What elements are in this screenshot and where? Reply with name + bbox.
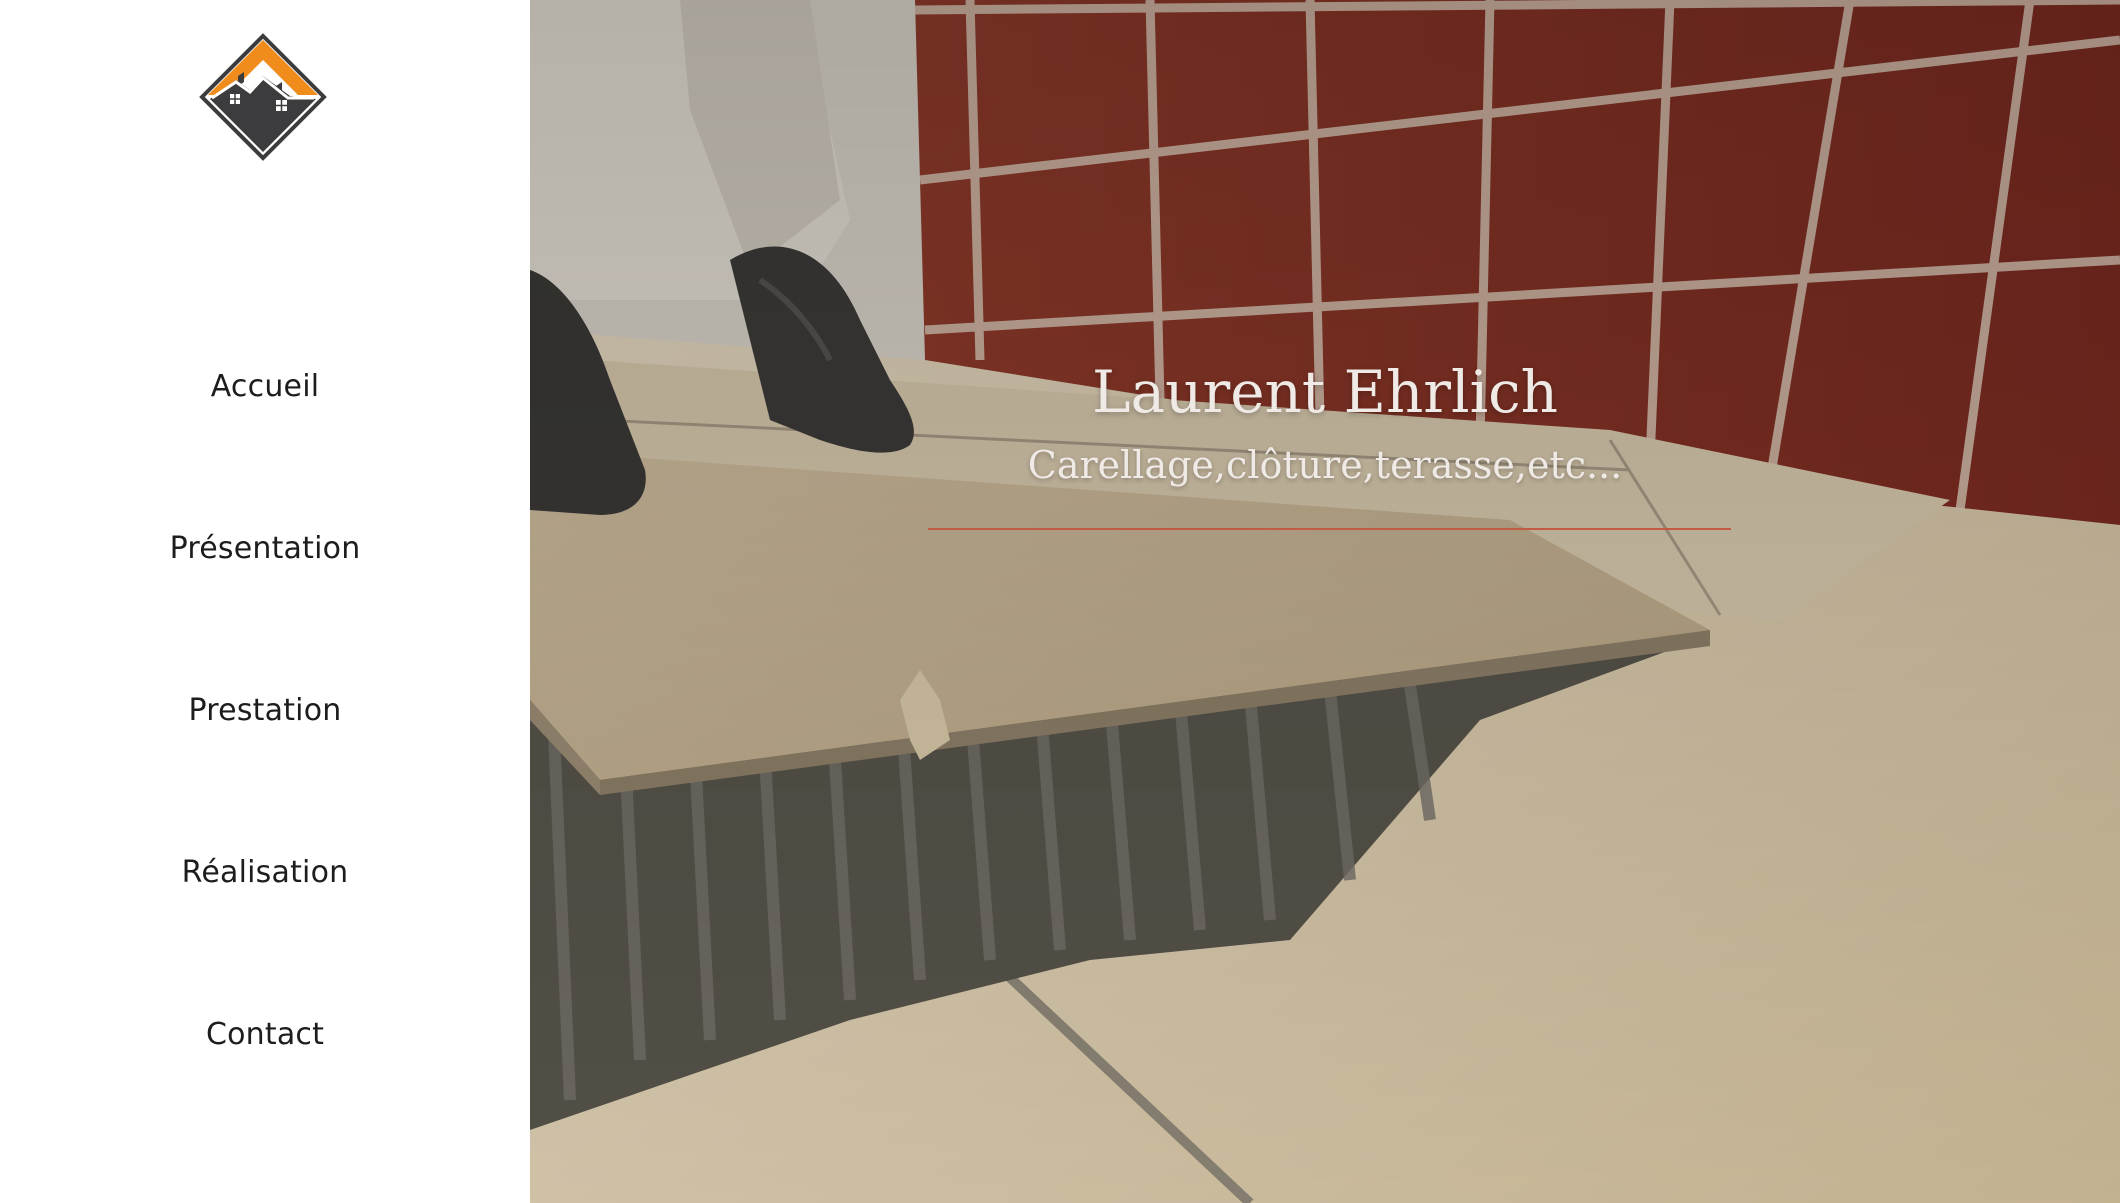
nav-item-presentation[interactable]: Présentation [0,529,530,569]
company-logo[interactable] [198,32,328,162]
nav-item-realisation[interactable]: Réalisation [0,853,530,893]
hero-title: Laurent Ehrlich [1092,358,1558,426]
nav-item-contact[interactable]: Contact [0,1015,530,1055]
hero-subtitle: Carellage,clôture,terasse,etc... [1027,443,1623,487]
nav-item-prestation[interactable]: Prestation [0,691,530,731]
house-roof-logo-icon [199,33,327,161]
nav-item-accueil[interactable]: Accueil [0,367,530,407]
sidebar: Accueil Présentation Prestation Réalisat… [0,0,530,1203]
hero-background-image [530,0,2120,1203]
hero-divider [928,528,1731,530]
hero-section: Laurent Ehrlich Carellage,clôture,terass… [530,0,2120,1203]
